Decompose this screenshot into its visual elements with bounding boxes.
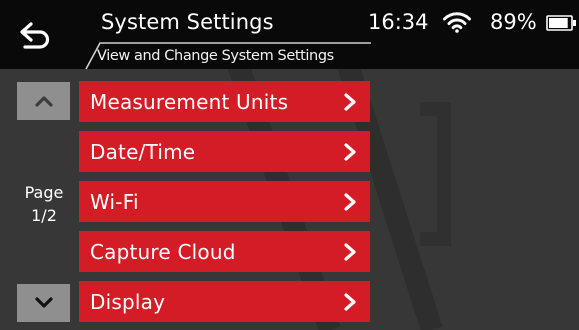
menu-item-capture-cloud[interactable]: Capture Cloud bbox=[79, 231, 370, 272]
wifi-icon bbox=[443, 12, 471, 33]
menu-item-label: Display bbox=[90, 289, 166, 314]
page-indicator-value: 1/2 bbox=[31, 206, 57, 225]
clock: 16:34 bbox=[368, 10, 429, 34]
chevron-right-icon bbox=[336, 242, 364, 262]
back-button[interactable] bbox=[8, 15, 62, 57]
page-indicator: Page 1/2 bbox=[14, 181, 74, 227]
menu-item-label: Wi-Fi bbox=[90, 189, 139, 214]
battery-fill bbox=[549, 18, 568, 28]
chevron-right-icon bbox=[336, 192, 364, 212]
menu-item-label: Capture Cloud bbox=[90, 239, 236, 264]
page-subtitle: View and Change System Settings bbox=[97, 48, 334, 64]
back-arrow-icon bbox=[20, 22, 50, 49]
page-down-button[interactable] bbox=[17, 284, 70, 322]
page-title: System Settings bbox=[101, 10, 274, 34]
chevron-up-icon bbox=[34, 96, 53, 107]
chevron-right-icon bbox=[336, 142, 364, 162]
page-indicator-label: Page bbox=[24, 183, 64, 202]
battery-icon bbox=[546, 15, 576, 31]
page-up-button[interactable] bbox=[17, 82, 70, 120]
battery-percent: 89% bbox=[490, 10, 537, 34]
menu-item-measurement-units[interactable]: Measurement Units bbox=[79, 81, 370, 122]
menu-item-label: Measurement Units bbox=[90, 89, 289, 114]
menu-item-wifi[interactable]: Wi-Fi bbox=[79, 181, 370, 222]
chevron-right-icon bbox=[336, 292, 364, 312]
menu-item-label: Date/Time bbox=[90, 139, 196, 164]
menu-item-date-time[interactable]: Date/Time bbox=[79, 131, 370, 172]
chevron-down-icon bbox=[34, 297, 53, 308]
chevron-right-icon bbox=[336, 92, 364, 112]
menu-item-display[interactable]: Display bbox=[79, 281, 370, 322]
